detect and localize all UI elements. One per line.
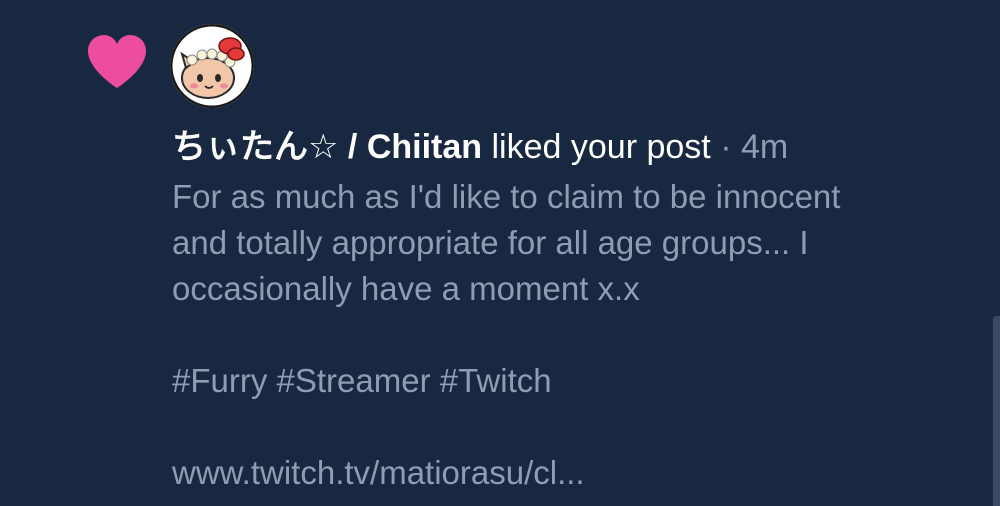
post-preview[interactable]: For as much as I'd like to claim to be i… (172, 174, 992, 496)
scrollbar[interactable] (993, 316, 1000, 506)
heart-icon (88, 35, 146, 88)
post-hashtags: #Furry #Streamer #Twitch (172, 362, 552, 399)
like-notification[interactable]: ちぃたん☆ / Chiitan liked your post · 4m For… (0, 0, 1000, 506)
separator-dot: · (720, 128, 732, 166)
post-text-line: For as much as I'd like to claim to be i… (172, 178, 841, 215)
avatar[interactable] (170, 24, 254, 108)
chiitan-avatar-icon (170, 24, 254, 108)
author-name[interactable]: ちぃたん☆ / Chiitan (172, 128, 482, 166)
post-text-line: occasionally have a moment x.x (172, 270, 640, 307)
notification-action: liked your post (491, 128, 711, 166)
notification-headline: ちぃたん☆ / Chiitan liked your post · 4m (172, 124, 982, 170)
post-text-line: and totally appropriate for all age grou… (172, 224, 809, 261)
timestamp: 4m (740, 128, 789, 166)
post-link: www.twitch.tv/matiorasu/cl... (172, 454, 585, 491)
